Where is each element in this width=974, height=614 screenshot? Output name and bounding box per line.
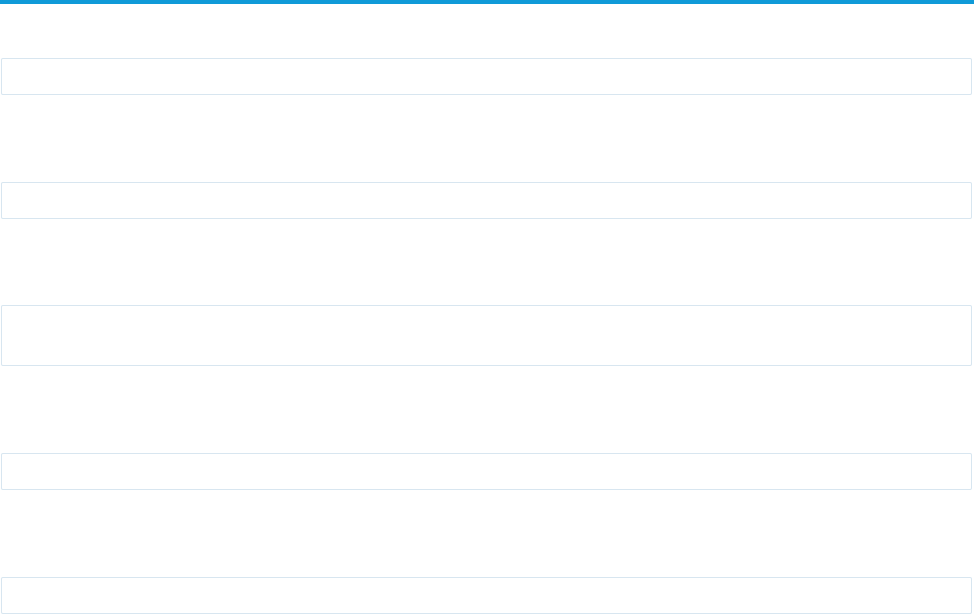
field-box-5[interactable] xyxy=(1,577,972,614)
field-box-1[interactable] xyxy=(1,58,972,95)
top-accent-bar xyxy=(0,0,974,4)
field-box-4[interactable] xyxy=(1,453,972,490)
field-box-3[interactable] xyxy=(1,305,972,366)
field-box-2[interactable] xyxy=(1,182,972,219)
